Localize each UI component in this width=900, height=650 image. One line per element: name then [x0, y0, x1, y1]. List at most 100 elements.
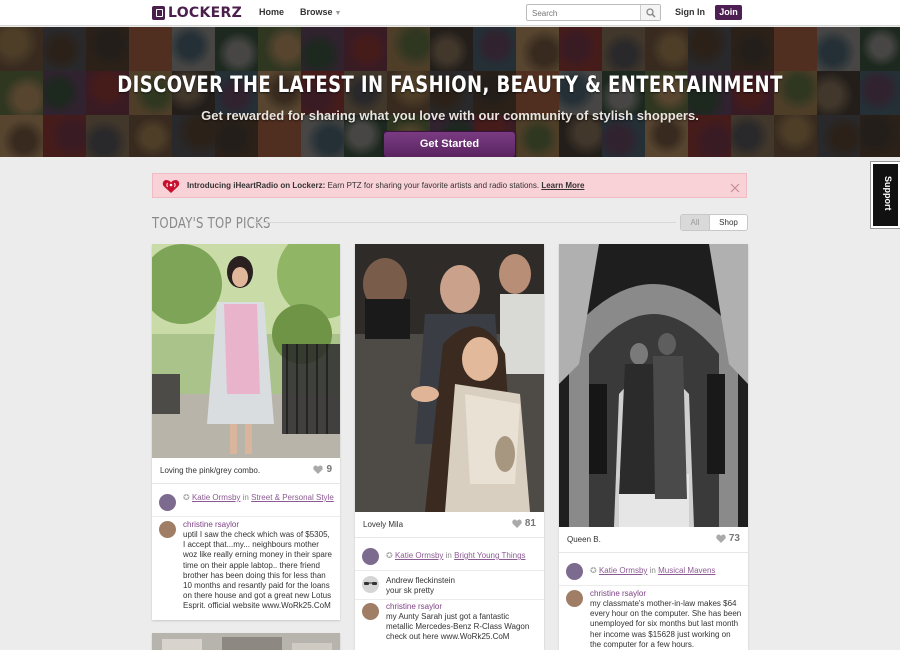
pick-card[interactable]	[152, 633, 340, 650]
notice-body: Earn PTZ for sharing your favorite artis…	[325, 181, 542, 190]
pick-card[interactable]: Loving the pink/grey combo. 9 ✪ Katie Or…	[152, 244, 340, 620]
search-button[interactable]	[640, 5, 660, 20]
card-poster-row: ✪ Katie Ormsby in Bright Young Things	[355, 546, 544, 570]
like-count[interactable]: 81	[512, 518, 536, 529]
comment-text: christine rsaylor uptil I saw the check …	[183, 520, 334, 612]
hero-banner: DISCOVER THE LATEST IN FASHION, BEAUTY &…	[0, 27, 900, 157]
top-nav: LOCKERZ Home Browse▼ Sign In Join	[0, 0, 900, 26]
card-caption: Loving the pink/grey combo.	[160, 466, 261, 475]
card-divider	[152, 516, 340, 517]
avatar[interactable]	[159, 494, 176, 511]
lockerz-logo[interactable]: LOCKERZ	[152, 5, 242, 21]
board-link[interactable]: Bright Young Things	[454, 551, 525, 560]
join-button[interactable]: Join	[715, 5, 742, 20]
card-caption: Queen B.	[567, 535, 601, 544]
hero-subtitle: Get rewarded for sharing what you love w…	[201, 108, 699, 123]
nav-browse-menu[interactable]: Browse ▼	[300, 7, 341, 17]
chevron-down-icon: ▼	[334, 10, 342, 17]
commenter-name[interactable]: Andrew fleckinstein	[386, 576, 538, 586]
heart-icon	[512, 519, 522, 528]
poster-line: ✪ Katie Ormsby in Musical Mavens	[590, 566, 742, 576]
nav-home-link[interactable]: Home	[259, 7, 284, 17]
commenter-name[interactable]: christine rsaylor	[183, 520, 334, 530]
comment-body: uptil I saw the check which was of $5305…	[183, 530, 332, 611]
card-caption-row: Loving the pink/grey combo. 9	[152, 458, 340, 484]
like-count[interactable]: 9	[313, 464, 332, 475]
gear-icon: ✪	[183, 493, 190, 502]
brand-name: LOCKERZ	[168, 5, 243, 21]
card-photo[interactable]	[559, 244, 748, 527]
card-photo[interactable]	[355, 244, 544, 512]
like-number: 81	[524, 518, 536, 529]
comment-body: my Aunty Sarah just got a fantastic meta…	[386, 612, 530, 642]
comment-item: christine rsaylor my classmate's mother-…	[559, 589, 748, 650]
sunglasses-icon	[364, 582, 377, 585]
support-tab[interactable]: Support	[870, 161, 900, 229]
comment-text: Andrew fleckinstein your sk pretty	[386, 576, 538, 596]
card-poster-row: ✪ Katie Ormsby in Musical Mavens	[559, 561, 748, 585]
like-count[interactable]: 73	[716, 533, 740, 544]
notice-message: Introducing iHeartRadio on Lockerz: Earn…	[187, 181, 584, 190]
board-link[interactable]: Street & Personal Style	[251, 493, 334, 502]
search-box	[526, 4, 661, 21]
search-icon	[646, 8, 656, 18]
poster-name[interactable]: Katie Ormsby	[192, 493, 240, 502]
pick-card[interactable]: Lovely Mila 81 ✪ Katie Ormsby in Bright …	[355, 244, 544, 650]
card-divider	[355, 570, 544, 571]
card-poster-row: ✪ Katie Ormsby in Street & Personal Styl…	[152, 492, 340, 516]
comment-text: christine rsaylor my classmate's mother-…	[590, 589, 742, 650]
comment-item: christine rsaylor my Aunty Sarah just go…	[355, 602, 544, 650]
learn-more-link[interactable]: Learn More	[541, 181, 584, 190]
card-caption: Lovely Mila	[363, 520, 404, 529]
comment-body: your sk pretty	[386, 586, 435, 595]
in-word: in	[443, 551, 455, 560]
filter-all-button[interactable]: All	[681, 215, 709, 230]
pick-card[interactable]: Queen B. 73 ✪ Katie Ormsby in Musical Ma…	[559, 244, 748, 650]
locker-icon	[152, 6, 165, 20]
in-word: in	[647, 566, 659, 575]
comment-text: christine rsaylor my Aunty Sarah just go…	[386, 602, 538, 643]
filter-toggle: All Shop	[680, 214, 748, 231]
notice-intro: Introducing iHeartRadio on Lockerz:	[187, 181, 326, 190]
comment-item: christine rsaylor uptil I saw the check …	[152, 520, 340, 620]
like-number: 73	[728, 533, 740, 544]
iheartradio-notice: Introducing iHeartRadio on Lockerz: Earn…	[152, 173, 747, 198]
section-divider	[254, 222, 676, 223]
card-photo[interactable]	[152, 244, 340, 458]
poster-line: ✪ Katie Ormsby in Street & Personal Styl…	[183, 493, 334, 503]
board-link[interactable]: Musical Mavens	[658, 566, 715, 575]
avatar[interactable]	[362, 603, 379, 620]
avatar[interactable]	[362, 548, 379, 565]
get-started-button[interactable]: Get Started	[383, 131, 516, 157]
nav-browse-label: Browse	[300, 7, 333, 17]
card-divider	[559, 585, 748, 586]
section-title: TODAY'S TOP PICKS	[152, 214, 271, 232]
avatar[interactable]	[566, 590, 583, 607]
card-caption-row: Queen B. 73	[559, 527, 748, 553]
hero-title: DISCOVER THE LATEST IN FASHION, BEAUTY &…	[117, 73, 783, 98]
commenter-name[interactable]: christine rsaylor	[386, 602, 538, 612]
comment-item: Andrew fleckinstein your sk pretty	[355, 574, 544, 600]
close-icon[interactable]	[730, 180, 740, 198]
gear-icon: ✪	[386, 551, 393, 560]
poster-line: ✪ Katie Ormsby in Bright Young Things	[386, 551, 538, 561]
iheartradio-icon	[162, 180, 180, 193]
gear-icon: ✪	[590, 566, 597, 575]
heart-icon	[716, 534, 726, 543]
card-photo[interactable]	[152, 633, 340, 650]
in-word: in	[240, 493, 252, 502]
avatar[interactable]	[159, 521, 176, 538]
poster-name[interactable]: Katie Ormsby	[599, 566, 647, 575]
search-input[interactable]	[532, 7, 637, 19]
sign-in-link[interactable]: Sign In	[675, 7, 705, 17]
support-label: Support	[883, 176, 893, 211]
card-divider	[355, 599, 544, 600]
poster-name[interactable]: Katie Ormsby	[395, 551, 443, 560]
filter-shop-button[interactable]: Shop	[709, 215, 747, 230]
avatar[interactable]	[362, 576, 379, 593]
commenter-name[interactable]: christine rsaylor	[590, 589, 742, 599]
comment-body: my classmate's mother-in-law makes $64 e…	[590, 599, 742, 649]
card-caption-row: Lovely Mila 81	[355, 512, 544, 538]
avatar[interactable]	[566, 563, 583, 580]
heart-icon	[313, 465, 324, 474]
